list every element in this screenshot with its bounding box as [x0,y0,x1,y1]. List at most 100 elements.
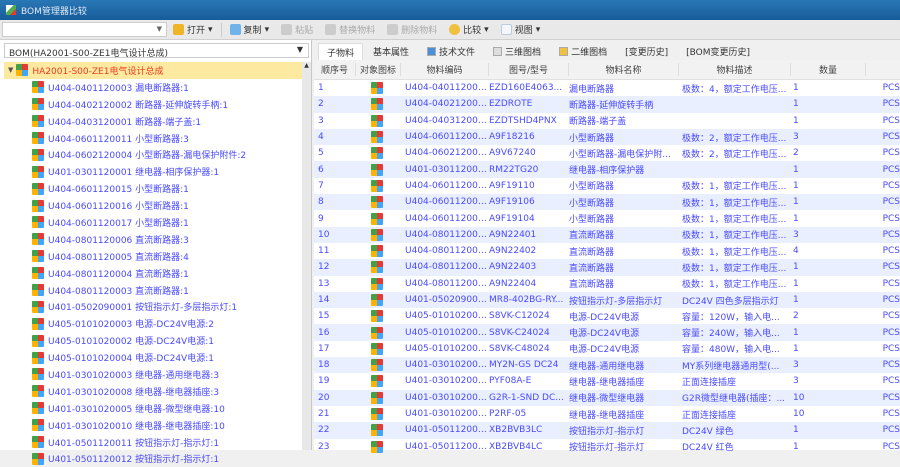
table-cell: 1 [793,164,799,175]
tree-item[interactable]: U405-0101020004 电源-DC24V电源:1 [4,349,304,366]
paste-button[interactable]: 粘贴 [275,21,319,39]
tree-scrollbar[interactable]: ▲ [302,62,311,450]
tree-item[interactable]: U401-0501120012 按钮指示灯-指示灯:1 [4,450,304,467]
table-cell: 极数：4，额定工作电压... [682,84,787,95]
table-cell: PCS [882,360,900,371]
object-icon [370,408,383,421]
tab-1[interactable]: 基本属性 [365,43,417,60]
table-row[interactable]: 3 U404-0403120001 EZDTSHD4PNX 断路器-端子盖 1 PCS [314,113,900,129]
column-header[interactable]: 数量 [791,63,866,76]
bom-select[interactable]: BOM(HA2001-S00-ZE1电气设计总成) ▼ [4,43,309,59]
table-cell: 小型断路器-漏电保护附... [569,149,671,160]
table-row[interactable]: 18 U401-0301020003 MY2N-GS DC24 继电器-通用继电器 MY… [314,357,900,374]
open-button[interactable]: 打开 ▾ [167,21,219,39]
table-row[interactable]: 8 U404-0601120016 A9F19106 小型断路器 极数：1，额定工作电压… [314,194,900,211]
table-cell: G2R-1-SND DC... [489,392,564,403]
table-cell: U404-0602120004 [405,148,489,159]
tree-item[interactable]: U404-0601120016 小型断路器:1 [4,197,304,214]
tree-item[interactable]: U404-0601120015 小型断路器:1 [4,180,304,197]
table-row[interactable]: 14 U401-0502090001 MR8-402BG-RY... 按钮指示灯-多层… [314,291,900,309]
table-cell: 继电器-相序保护器 [569,166,645,177]
tree-item[interactable]: U404-0601120017 小型断路器:1 [4,214,304,231]
column-header[interactable]: 物料名称 [569,63,679,76]
delete-button[interactable]: 删除物料 [381,21,443,39]
tab-6[interactable]: [BOM变更历史] [678,43,758,60]
table-cell: U401-0301020010 [405,409,489,420]
table-cell: 1 [793,441,799,452]
replace-button[interactable]: 替换物料 [319,21,381,39]
table-row[interactable]: 9 U404-0601120017 A9F19104 小型断路器 极数：1，额定工作电压… [314,210,900,226]
tree-item[interactable]: U401-0301020005 继电器-微型继电器:10 [4,400,304,417]
tree-item-label: U401-0301020008 继电器-继电器插座:3 [48,387,220,398]
table-row[interactable]: 4 U404-0601120011 A9F18216 小型断路器 极数：2，额定工作电压… [314,128,900,146]
table-cell: EZDTSHD4PNX [489,115,557,126]
tree-item[interactable]: U401-0301020010 继电器-继电器插座:10 [4,417,304,434]
tab-3[interactable]: 三维图档 [485,43,549,60]
table-row[interactable]: 1 U404-0401120003 EZD160E4063... 漏电断路器 极数：4，… [314,80,900,96]
table-row[interactable]: 2 U404-0402120002 EZDROTE 断路器-延伸旋转手柄 1 PCS [314,96,900,113]
column-header[interactable]: 物料描述 [679,63,791,76]
table-row[interactable]: 10 U404-0801120006 A9N22401 直流断路器 极数：1，额定工作电… [314,226,900,243]
tree-item[interactable]: U404-0801120003 直流断路器:1 [4,282,304,299]
tree-item[interactable]: U404-0601120011 小型断路器:3 [4,130,304,147]
scroll-up-icon[interactable]: ▲ [302,62,311,69]
tab-2[interactable]: 技术文件 [419,43,483,60]
table-row[interactable]: 7 U404-0601120015 A9F19110 小型断路器 极数：1，额定工作电压… [314,178,900,194]
search-combo[interactable]: ▼ [2,22,167,37]
table-row[interactable]: 6 U401-0301120001 RM22TG20 继电器-相序保护器 1 PCS [314,161,900,178]
tab-5[interactable]: [变更历史] [617,43,676,60]
tree-item[interactable]: U401-0301120001 继电器-相序保护器:1 [4,163,304,180]
table-row[interactable]: 22 U401-0501120011 XB2BVB3LC 按钮指示灯-指示灯 DC24V… [314,422,900,439]
tree-item[interactable]: U401-0502090001 按钮指示灯-多层指示灯:1 [4,298,304,315]
tree-item[interactable]: U404-0801120004 直流断路器:1 [4,265,304,282]
copy-button[interactable]: 复制 ▾ [224,21,276,39]
tree-item[interactable]: U405-0101020003 电源-DC24V电源:2 [4,315,304,332]
table-row[interactable]: 23 U401-0501120012 XB2BVB4LC 按钮指示灯-指示灯 DC24V… [314,439,900,455]
object-icon [32,419,44,432]
table-row[interactable]: 15 U405-0101020003 S8VK-C12024 电源-DC24V电源 容量… [314,308,900,324]
chevron-down-icon[interactable]: ▼ [297,45,303,54]
tab-0[interactable]: 子物料 [318,43,364,60]
tab-label: 基本属性 [373,48,410,58]
table-row[interactable]: 16 U405-0101020002 S8VK-C24024 电源-DC24V电源 容量… [314,324,900,341]
tab-4[interactable]: 二维图档 [551,43,615,60]
tree-root[interactable]: ▼ HA2001-S00-ZE1电气设计总成 [4,62,304,79]
tree-item[interactable]: U404-0801120005 直流断路器:4 [4,248,304,265]
tree-item[interactable]: U401-0501120011 按钮指示灯-指示灯:1 [4,434,304,451]
object-icon [370,261,383,274]
table-row[interactable]: 13 U404-0801120003 A9N22404 直流断路器 极数：1，额定工作电… [314,276,900,292]
window-title: BOM管理器比较 [21,6,87,17]
column-header[interactable]: 物料编码 [401,63,489,76]
table-row[interactable]: 17 U405-0101020004 S8VK-C48024 电源-DC24V电源 容量… [314,341,900,357]
chevron-down-icon[interactable]: ▼ [157,25,162,33]
object-icon [32,199,44,212]
tree-item[interactable]: U401-0301020003 继电器-通用继电器:3 [4,366,304,383]
object-icon-cell [356,440,401,453]
table-cell: 按钮指示灯-指示灯 [569,426,645,437]
column-header[interactable]: 对象图标 [356,63,401,76]
tree-item[interactable]: U401-0301020008 继电器-继电器插座:3 [4,383,304,400]
table-cell: U405-0101020002 [405,327,489,338]
tree-item-label: U404-0801120005 直流断路器:4 [48,252,189,263]
table-row[interactable]: 21 U401-0301020010 P2RF-05 继电器-继电器插座 正面连接插座 1… [314,406,900,422]
table-row[interactable]: 20 U401-0301020005 G2R-1-SND DC... 继电器-微型继电… [314,389,900,406]
table-row[interactable]: 5 U404-0602120004 A9V67240 小型断路器-漏电保护附... 极数… [314,145,900,161]
table-row[interactable]: 19 U401-0301020008 PYF08A-E 继电器-继电器插座 正面连接插座… [314,373,900,389]
view-button[interactable]: 视图 ▾ [495,21,547,39]
tree-item[interactable]: U404-0401120003 漏电断路器:1 [4,79,304,96]
compare-button[interactable]: 比较 ▾ [443,21,495,39]
tree-item-label: U404-0801120003 直流断路器:1 [48,286,189,297]
tree-item[interactable]: U404-0602120004 小型断路器-漏电保护附件:2 [4,146,304,163]
tree-item[interactable]: U404-0403120001 断路器-端子盖:1 [4,113,304,130]
collapse-icon[interactable]: ▼ [8,66,13,74]
table-row[interactable]: 12 U404-0801120004 A9N22403 直流断路器 极数：1，额定工作电… [314,259,900,276]
column-header[interactable]: 顺序号 [314,63,356,76]
tree-item[interactable]: U404-0402120002 断路器-延伸旋转手柄:1 [4,96,304,113]
table-cell: 继电器-通用继电器 [569,361,645,372]
column-header[interactable]: 图号/型号 [489,63,569,76]
object-icon-cell [356,424,401,437]
object-icon [370,310,383,323]
table-row[interactable]: 11 U404-0801120005 A9N22402 直流断路器 极数：1，额定工作电… [314,243,900,259]
tree-item[interactable]: U405-0101020002 电源-DC24V电源:1 [4,332,304,349]
tree-item[interactable]: U404-0801120006 直流断路器:3 [4,231,304,248]
